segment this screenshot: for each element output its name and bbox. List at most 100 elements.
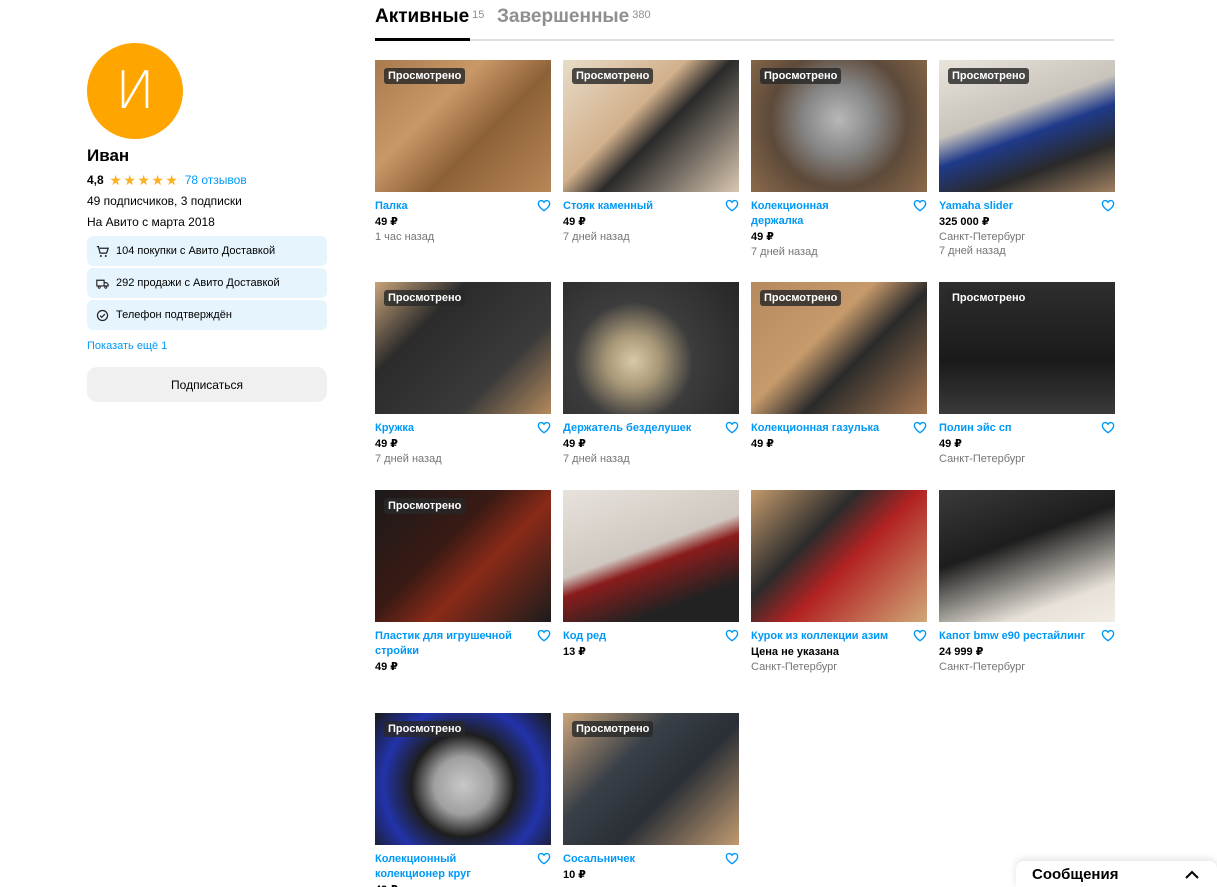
listing-card[interactable]: Просмотрено Полин эйс сп 49 ₽ Санкт-Петербу…: [939, 282, 1115, 466]
avatar[interactable]: И: [87, 43, 183, 139]
listing-meta: 1 час назад: [375, 231, 435, 243]
listing-title[interactable]: Кружка: [375, 421, 525, 436]
tab-underline: [375, 38, 470, 41]
listing-meta: 7 дней назад: [939, 245, 1006, 257]
listing-title[interactable]: Палка: [375, 199, 525, 214]
favorite-heart-icon[interactable]: [537, 421, 551, 434]
viewed-badge: Просмотрено: [384, 290, 466, 306]
listing-title[interactable]: Колекционная газулька: [751, 421, 901, 436]
listing-photo[interactable]: Просмотрено: [751, 282, 927, 414]
viewed-badge: Просмотрено: [384, 721, 466, 737]
star-icon: ★: [109, 172, 122, 188]
listing-title[interactable]: Полин эйс сп: [939, 421, 1089, 436]
listing-price: 49 ₽: [375, 216, 398, 228]
messages-widget[interactable]: Сообщения: [1016, 861, 1217, 887]
favorite-heart-icon[interactable]: [537, 852, 551, 865]
listing-price: 49 ₽: [375, 438, 398, 450]
listing-title[interactable]: Держатель безделушек: [563, 421, 713, 436]
tab-completed[interactable]: Завершенные 380: [497, 6, 651, 28]
cart-icon: [96, 245, 109, 257]
listing-title[interactable]: Курок из коллекции азим: [751, 629, 901, 644]
favorite-heart-icon[interactable]: [725, 199, 739, 212]
user-name: Иван: [87, 146, 130, 165]
listing-card[interactable]: Просмотрено Yamaha slider 325 000 ₽ Санкт-П…: [939, 60, 1115, 258]
listing-title[interactable]: Капот bmw e90 рестайлинг: [939, 629, 1089, 644]
listing-title[interactable]: Колекционный колекционер круг: [375, 852, 525, 882]
badge-text: 292 продажи с Авито Доставкой: [116, 277, 280, 289]
subscribe-button[interactable]: Подписаться: [87, 367, 327, 402]
listing-title[interactable]: Код ред: [563, 629, 713, 644]
listing-card[interactable]: Капот bmw e90 рестайлинг 24 999 ₽ Санкт-Пе…: [939, 490, 1115, 674]
listing-price: 49 ₽: [563, 216, 586, 228]
listing-card[interactable]: Просмотрено Колекционная держалка 49 ₽ 7 дне…: [751, 60, 927, 259]
listing-photo[interactable]: Просмотрено: [751, 60, 927, 192]
listing-card[interactable]: Просмотрено Сосальничек 10 ₽: [563, 713, 739, 883]
listing-meta: 7 дней назад: [375, 453, 442, 465]
listing-photo[interactable]: Просмотрено: [939, 60, 1115, 192]
listing-photo[interactable]: Просмотрено: [563, 713, 739, 845]
listing-title-line: держалка: [751, 215, 804, 227]
favorite-heart-icon[interactable]: [725, 852, 739, 865]
reviews-link[interactable]: 78 отзывов: [185, 173, 247, 187]
listing-card[interactable]: Просмотрено Кружка 49 ₽ 7 дней назад: [375, 282, 551, 466]
listing-photo[interactable]: Просмотрено: [375, 713, 551, 845]
listing-meta: Санкт-Петербург: [751, 661, 838, 673]
favorite-heart-icon[interactable]: [725, 421, 739, 434]
chevron-up-icon[interactable]: [1185, 870, 1199, 879]
listing-card[interactable]: Просмотрено Пластик для игрушечной стройк…: [375, 490, 551, 675]
listing-card[interactable]: Держатель безделушек 49 ₽ 7 дней назад: [563, 282, 739, 466]
listing-price: 49 ₽: [939, 438, 962, 450]
listing-photo[interactable]: Просмотрено: [563, 60, 739, 192]
listing-photo[interactable]: Просмотрено: [375, 60, 551, 192]
listing-meta: 7 дней назад: [751, 246, 818, 258]
badge-text: 104 покупки с Авито Доставкой: [116, 245, 276, 257]
listing-meta: Санкт-Петербург: [939, 453, 1026, 465]
listing-title[interactable]: Стояк каменный: [563, 199, 713, 214]
listing-title[interactable]: Колекционная держалка: [751, 199, 901, 229]
listing-photo[interactable]: [751, 490, 927, 622]
listing-price: 49 ₽: [751, 438, 774, 450]
rating-stars: ★ ★ ★ ★ ★: [109, 173, 179, 187]
favorite-heart-icon[interactable]: [1101, 199, 1115, 212]
favorite-heart-icon[interactable]: [913, 629, 927, 642]
favorite-heart-icon[interactable]: [913, 421, 927, 434]
favorite-heart-icon[interactable]: [537, 629, 551, 642]
listing-photo[interactable]: Просмотрено: [939, 282, 1115, 414]
listing-photo[interactable]: [563, 490, 739, 622]
listing-meta: 7 дней назад: [563, 231, 630, 243]
listing-card[interactable]: Просмотрено Стояк каменный 49 ₽ 7 дней наза…: [563, 60, 739, 244]
listing-photo[interactable]: Просмотрено: [375, 282, 551, 414]
listing-card[interactable]: Код ред 13 ₽: [563, 490, 739, 660]
listing-price: 13 ₽: [563, 646, 586, 658]
favorite-heart-icon[interactable]: [725, 629, 739, 642]
listing-photo[interactable]: Просмотрено: [375, 490, 551, 622]
favorite-heart-icon[interactable]: [537, 199, 551, 212]
badge-phone: Телефон подтверждён: [87, 300, 327, 330]
tab-active[interactable]: Активные 15: [375, 6, 484, 28]
listing-title[interactable]: Сосальничек: [563, 852, 713, 867]
listing-card[interactable]: Просмотрено Колекционная газулька 49 ₽: [751, 282, 927, 452]
badge-text: Телефон подтверждён: [116, 309, 232, 321]
listing-card[interactable]: Просмотрено Колекционный колекционер круг…: [375, 713, 551, 887]
subscriptions-text[interactable]: 49 подписчиков, 3 подписки: [87, 193, 327, 209]
viewed-badge: Просмотрено: [760, 290, 842, 306]
favorite-heart-icon[interactable]: [913, 199, 927, 212]
viewed-badge: Просмотрено: [572, 721, 654, 737]
listing-photo[interactable]: [563, 282, 739, 414]
rating-value: 4,8: [87, 173, 104, 187]
star-icon: ★: [151, 172, 164, 188]
listing-title[interactable]: Пластик для игрушечной стройки: [375, 629, 525, 659]
listing-title[interactable]: Yamaha slider: [939, 199, 1089, 214]
favorite-heart-icon[interactable]: [1101, 629, 1115, 642]
profile-sidebar: И Иван 4,8 ★ ★ ★ ★ ★ 78 отзывов 49 подпи…: [87, 43, 327, 402]
listing-meta: 7 дней назад: [563, 453, 630, 465]
listing-card[interactable]: Курок из коллекции азим Цена не указана Са…: [751, 490, 927, 674]
badge-sales: 292 продажи с Авито Доставкой: [87, 268, 327, 298]
listing-photo[interactable]: [939, 490, 1115, 622]
listing-price: 24 999 ₽: [939, 646, 984, 658]
listing-card[interactable]: Просмотрено Палка 49 ₽ 1 час назад: [375, 60, 551, 244]
show-more-link[interactable]: Показать ещё 1: [87, 339, 327, 353]
favorite-heart-icon[interactable]: [1101, 421, 1115, 434]
listing-price: Цена не указана: [751, 646, 839, 658]
badge-purchases: 104 покупки с Авито Доставкой: [87, 236, 327, 266]
